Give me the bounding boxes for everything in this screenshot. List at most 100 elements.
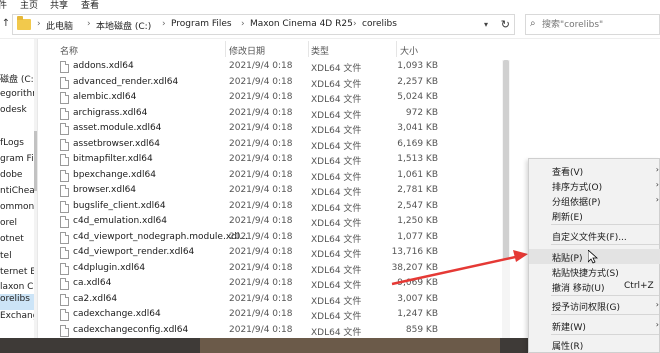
file-size: 1,247 KB	[397, 309, 438, 319]
sidebar-item[interactable]: orel	[0, 218, 37, 234]
column-header-date[interactable]: 修改日期	[229, 44, 265, 57]
menu-separator	[551, 334, 659, 335]
file-date: 2021/9/4 0:18	[229, 76, 293, 87]
file-row[interactable]: alembic.xdl64 2021/9/4 0:18 XDL64 文件 5,024 …	[38, 92, 660, 105]
file-row[interactable]: archigrass.xdl64 2021/9/4 0:18 XDL64 文件 972…	[38, 107, 660, 121]
file-icon	[60, 169, 69, 182]
file-name: browser.xdl64	[73, 185, 137, 195]
file-type: XDL64 文件	[311, 172, 362, 183]
file-type: XDL64 文件	[311, 234, 362, 245]
column-divider[interactable]	[225, 41, 226, 57]
sidebar-item[interactable]: tel	[0, 251, 37, 267]
file-name: addons.xdl64	[73, 61, 134, 71]
sidebar-item[interactable]: dobe	[0, 170, 37, 186]
sidebar-item[interactable]: Exchange	[0, 311, 37, 327]
file-type: XDL64 文件	[311, 126, 362, 136]
file-icon	[60, 92, 69, 104]
breadcrumb-corelibs[interactable]: corelibs	[362, 19, 397, 29]
sidebar-item[interactable]: ommon F	[0, 202, 37, 218]
search-input[interactable]	[542, 18, 652, 32]
file-size: 13,716 KB	[391, 247, 438, 257]
file-name: c4d_viewport_render.xdl64	[73, 247, 195, 257]
file-list-scrollbar[interactable]	[502, 60, 510, 340]
chevron-right-icon: ›	[87, 19, 91, 29]
file-icon	[60, 123, 69, 135]
chevron-right-icon: ›	[655, 180, 659, 189]
sidebar-item[interactable]: ntiCheatE	[0, 186, 37, 202]
sidebar-item[interactable]: odesk	[0, 105, 37, 121]
file-type: XDL64 文件	[311, 203, 362, 214]
file-date: 2021/9/4 0:18	[229, 154, 293, 164]
sidebar-item[interactable]: egorithmi	[0, 89, 37, 105]
menu-item-view[interactable]: 查看(V) ›	[529, 163, 660, 178]
sidebar-item[interactable]: ternet Ex	[0, 267, 37, 283]
file-size: 1,077 KB	[397, 231, 438, 242]
address-bar[interactable]: › 此电脑 › 本地磁盘 (C:) › Program Files › Maxo…	[12, 14, 515, 35]
file-icon	[60, 278, 69, 290]
sidebar-item[interactable]: fLogs	[0, 138, 37, 154]
file-row[interactable]: addons.xdl64 2021/9/4 0:18 XDL64 文件 1,093 K…	[38, 61, 660, 74]
menu-item-customize-folder[interactable]: 自定义文件夹(F)...	[529, 228, 660, 243]
file-size: 2,781 KB	[397, 185, 438, 195]
column-header-size[interactable]: 大小	[400, 44, 418, 57]
file-size: 3,041 KB	[397, 123, 438, 133]
file-date: 2021/9/4 0:18	[229, 293, 293, 304]
column-header-name[interactable]: 名称	[60, 44, 78, 57]
file-name: archigrass.xdl64	[73, 107, 148, 118]
file-name: cadexchange.xdl64	[73, 309, 161, 319]
file-date: 2021/9/4 0:18	[229, 262, 293, 273]
menu-item-properties[interactable]: 属性(R)	[529, 337, 660, 352]
menu-item-undo-move[interactable]: 撤消 移动(U) Ctrl+Z	[529, 279, 660, 294]
chevron-right-icon: ›	[655, 165, 659, 174]
search-box[interactable]: ⌕	[525, 14, 660, 35]
file-date: 2021/9/4 0:18	[229, 61, 293, 71]
scrollbar-thumb[interactable]	[503, 60, 509, 260]
chevron-right-icon: ›	[353, 19, 357, 29]
sidebar-item[interactable]	[0, 122, 37, 138]
breadcrumb-this-pc[interactable]: 此电脑	[46, 19, 73, 32]
file-icon	[60, 309, 69, 321]
refresh-icon[interactable]: ↻	[501, 18, 510, 31]
column-headers: 名称 修改日期 类型 大小	[38, 39, 660, 59]
file-icon	[60, 76, 69, 89]
breadcrumb-local-disk[interactable]: 本地磁盘 (C:)	[96, 19, 151, 32]
file-size: 2,547 KB	[397, 200, 438, 211]
address-row: ↑ › 此电脑 › 本地磁盘 (C:) › Program Files › Ma…	[0, 10, 660, 39]
menu-item-refresh[interactable]: 刷新(E)	[529, 208, 660, 223]
menu-item-sort-by[interactable]: 排序方式(O) ›	[529, 178, 660, 193]
file-row[interactable]: asset.module.xdl64 2021/9/4 0:18 XDL64 文件 3…	[38, 123, 660, 136]
file-type: XDL64 文件	[311, 64, 362, 74]
menu-separator	[551, 244, 659, 245]
file-date: 2021/9/4 0:18	[229, 92, 293, 102]
breadcrumb-maxon-cinema[interactable]: Maxon Cinema 4D R25	[250, 19, 353, 29]
menu-item-paste-shortcut[interactable]: 粘贴快捷方式(S)	[529, 264, 660, 279]
breadcrumb-program-files[interactable]: Program Files	[171, 19, 232, 29]
chevron-down-icon[interactable]: ▾	[484, 20, 488, 29]
menu-item-new[interactable]: 新建(W) ›	[529, 318, 660, 333]
file-type: XDL64 文件	[311, 157, 362, 167]
sidebar-item[interactable]: gram File	[0, 154, 37, 170]
file-row[interactable]: assetbrowser.xdl64 2021/9/4 0:18 XDL64 文件 6…	[38, 138, 660, 152]
column-divider[interactable]	[308, 41, 309, 57]
column-divider[interactable]	[396, 41, 397, 57]
menu-item-give-access[interactable]: 授予访问权限(G) ›	[529, 298, 660, 313]
sidebar-item[interactable]: otnet	[0, 234, 37, 250]
file-type: XDL64 文件	[311, 219, 362, 229]
file-size: 6,169 KB	[397, 138, 438, 149]
file-size: 5,024 KB	[397, 92, 438, 102]
file-size: 1,513 KB	[397, 154, 438, 164]
file-icon	[60, 231, 69, 244]
chevron-right-icon: ›	[655, 320, 659, 329]
up-arrow-icon[interactable]: ↑	[0, 17, 12, 31]
file-size: 38,207 KB	[391, 262, 438, 273]
file-date: 2021/9/4 0:18	[229, 216, 293, 226]
file-type: XDL64 文件	[311, 79, 362, 90]
file-name: bpexchange.xdl64	[73, 169, 156, 180]
file-row[interactable]: advanced_render.xdl64 2021/9/4 0:18 XDL64 …	[38, 76, 660, 90]
sidebar-item-local-disk[interactable]: 磁盘 (C:	[0, 72, 37, 88]
sidebar-item-corelibs[interactable]: orelibs	[0, 294, 37, 310]
menu-item-group-by[interactable]: 分组依据(P) ›	[529, 193, 660, 208]
file-size: 3,007 KB	[397, 293, 438, 304]
file-name: c4d_viewport_nodegraph.module.xdl...	[73, 231, 248, 242]
column-header-type[interactable]: 类型	[311, 44, 329, 57]
